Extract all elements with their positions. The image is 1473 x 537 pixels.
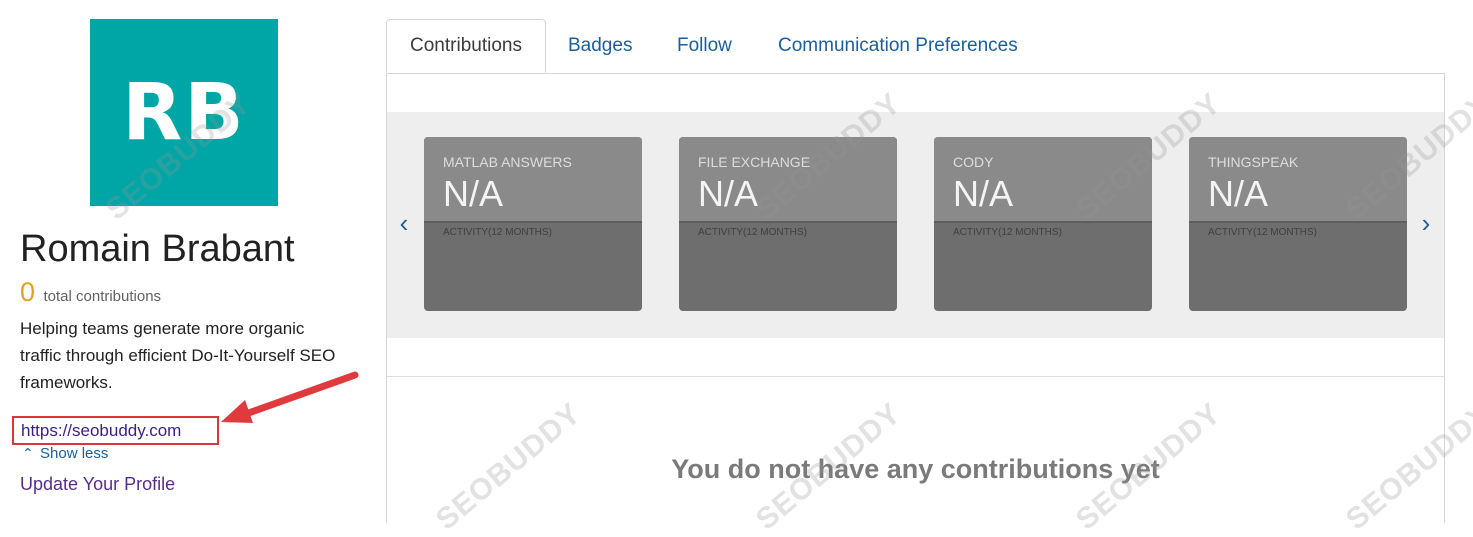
empty-state-message: You do not have any contributions yet [671,454,1160,484]
card-subtitle: ACTIVITY(12 MONTHS) [1208,227,1317,238]
avatar-initials: RB [122,67,246,158]
show-less-label: Show less [40,445,109,462]
card-value: N/A [698,173,759,214]
tab-communication-preferences[interactable]: Communication Preferences [778,19,1018,73]
contribution-summary: 0 total contributions [20,277,161,308]
contribution-count: 0 [20,277,36,307]
tab-badges[interactable]: Badges [568,19,632,73]
chevron-right-icon[interactable]: › [1417,208,1435,238]
card-title: THINGSPEAK [1208,154,1299,170]
card-title: FILE EXCHANGE [698,154,811,170]
card-thingspeak[interactable]: THINGSPEAK N/A ACTIVITY(12 MONTHS) [1189,137,1407,311]
card-file-exchange[interactable]: FILE EXCHANGE N/A ACTIVITY(12 MONTHS) [679,137,897,311]
show-less-toggle[interactable]: ⌃ Show less [22,445,108,462]
annotation-arrow [221,371,359,423]
update-profile-link[interactable]: Update Your Profile [20,474,175,495]
tab-contributions[interactable]: Contributions [386,19,546,73]
website-link[interactable]: https://seobuddy.com [12,416,219,445]
profile-avatar: RB [90,19,278,206]
card-value: N/A [953,173,1014,214]
card-value: N/A [443,173,504,214]
profile-tabs: Contributions Badges Follow Communicatio… [386,19,1445,74]
card-subtitle: ACTIVITY(12 MONTHS) [953,227,1062,238]
activity-carousel: ‹ MATLAB ANSWERS N/A ACTIVITY(12 MONTHS)… [387,112,1444,338]
panel-divider [387,376,1444,377]
card-subtitle: ACTIVITY(12 MONTHS) [443,227,552,238]
card-title: MATLAB ANSWERS [443,154,572,170]
tab-follow[interactable]: Follow [677,19,732,73]
chevron-up-icon: ⌃ [22,445,34,461]
card-cody[interactable]: CODY N/A ACTIVITY(12 MONTHS) [934,137,1152,311]
card-title: CODY [953,154,994,170]
profile-name: Romain Brabant [20,228,295,270]
contribution-label: total contributions [43,288,162,305]
card-matlab-answers[interactable]: MATLAB ANSWERS N/A ACTIVITY(12 MONTHS) [424,137,642,311]
card-value: N/A [1208,173,1269,214]
card-subtitle: ACTIVITY(12 MONTHS) [698,227,807,238]
chevron-left-icon[interactable]: ‹ [395,208,413,238]
